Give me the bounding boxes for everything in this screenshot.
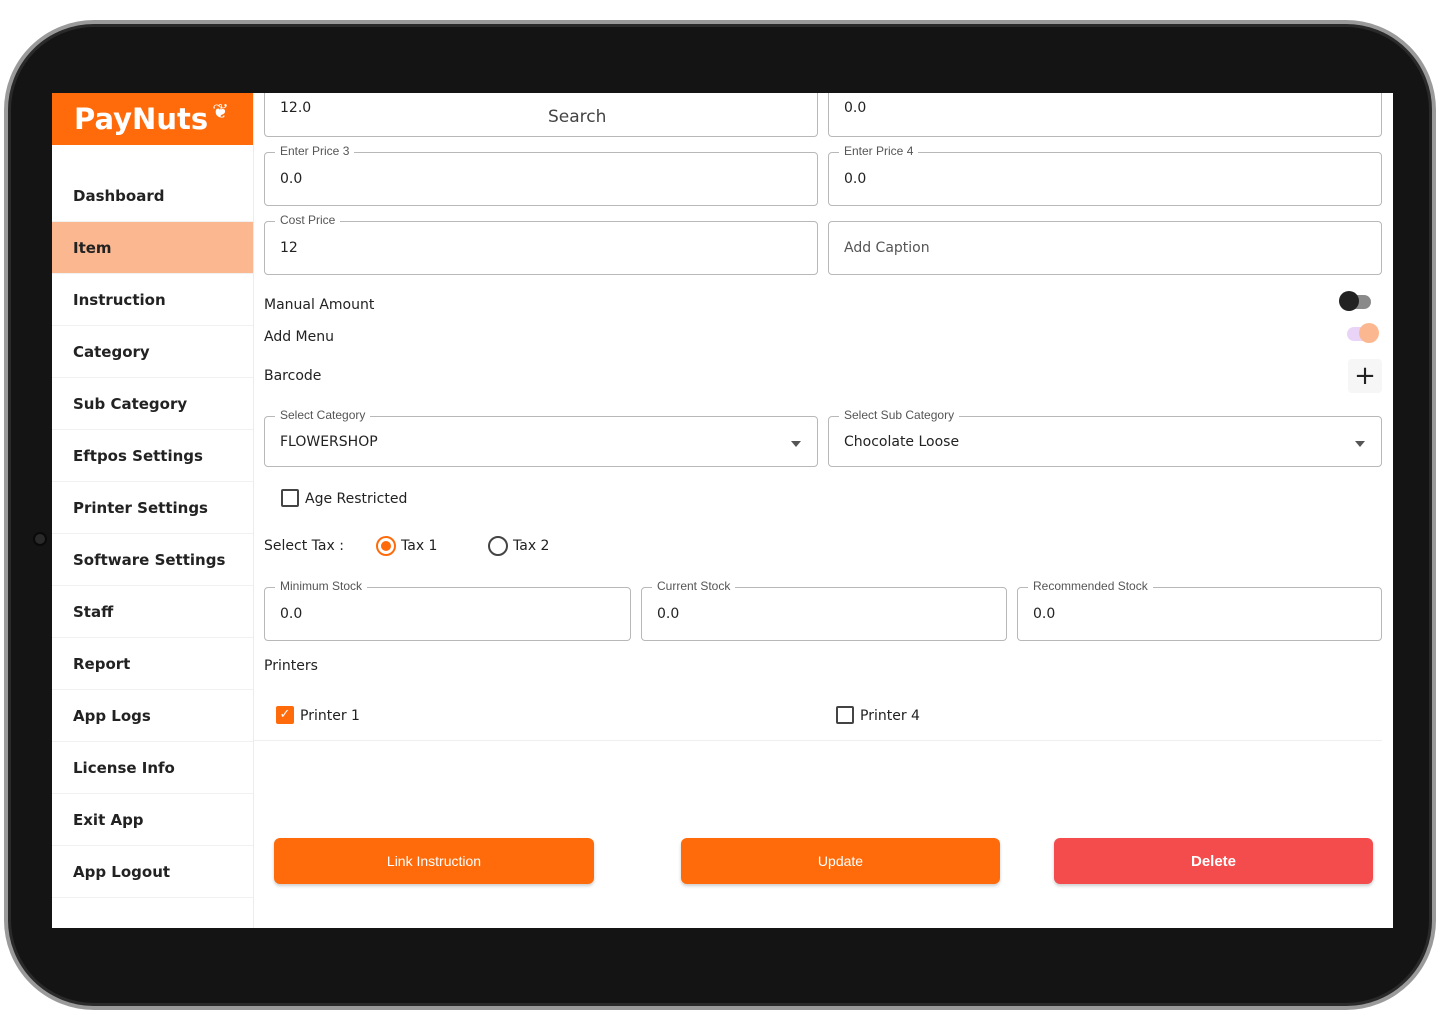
- sidebar-item-dashboard[interactable]: Dashboard: [52, 170, 253, 222]
- sidebar-item-instruction[interactable]: Instruction: [52, 274, 253, 326]
- sidebar-item-software-settings[interactable]: Software Settings: [52, 534, 253, 586]
- printer-1-checkbox[interactable]: ✓: [276, 706, 294, 724]
- item-form: 12.0 Search 0.0 Enter Price 3 0.0 Enter …: [254, 93, 1393, 928]
- minimum-stock-value: 0.0: [280, 606, 303, 622]
- category-select[interactable]: Select Category FLOWERSHOP: [264, 408, 818, 467]
- sub-category-value: Chocolate Loose: [844, 434, 960, 450]
- sidebar-nav: Dashboard Item Instruction Category Sub …: [52, 170, 253, 898]
- price-1-field[interactable]: 12.0: [264, 93, 818, 137]
- tax-2-label: Tax 2: [513, 538, 550, 554]
- sub-category-label: Select Sub Category: [839, 408, 960, 422]
- sidebar-item-app-logout[interactable]: App Logout: [52, 846, 253, 898]
- add-caption-placeholder: Add Caption: [844, 240, 930, 256]
- printer-4-checkbox[interactable]: [836, 706, 854, 724]
- price-4-label: Enter Price 4: [839, 144, 919, 158]
- recommended-stock-value: 0.0: [1033, 606, 1056, 622]
- manual-amount-toggle[interactable]: [1339, 291, 1371, 311]
- category-label: Select Category: [275, 408, 371, 422]
- search-hint[interactable]: Search: [548, 107, 606, 127]
- add-caption-input[interactable]: Add Caption: [828, 221, 1382, 275]
- toggle-knob: [1359, 323, 1379, 343]
- logo-text: PayNuts: [74, 102, 209, 136]
- add-barcode-button[interactable]: +: [1348, 359, 1382, 393]
- tax-1-radio[interactable]: [376, 536, 396, 556]
- current-stock-label: Current Stock: [652, 579, 736, 593]
- sidebar-item-printer-settings[interactable]: Printer Settings: [52, 482, 253, 534]
- sidebar-item-category[interactable]: Category: [52, 326, 253, 378]
- select-tax-label: Select Tax :: [264, 538, 344, 554]
- sidebar-item-report[interactable]: Report: [52, 638, 253, 690]
- recommended-stock-label: Recommended Stock: [1028, 579, 1153, 593]
- chevron-down-icon: [791, 441, 801, 447]
- printer-4-label: Printer 4: [860, 708, 920, 724]
- cost-price-value: 12: [280, 240, 298, 256]
- add-menu-toggle[interactable]: [1347, 323, 1379, 343]
- check-icon: ✓: [279, 707, 291, 722]
- sidebar-item-exit-app[interactable]: Exit App: [52, 794, 253, 846]
- age-restricted-label: Age Restricted: [305, 491, 408, 507]
- current-stock-value: 0.0: [657, 606, 680, 622]
- tax-1-label: Tax 1: [401, 538, 438, 554]
- sidebar-item-license-info[interactable]: License Info: [52, 742, 253, 794]
- minimum-stock-field[interactable]: Minimum Stock 0.0: [264, 579, 631, 641]
- plus-icon: +: [1354, 361, 1376, 391]
- leaf-icon: ❦: [212, 99, 229, 123]
- age-restricted-checkbox[interactable]: [281, 489, 299, 507]
- update-button[interactable]: Update: [681, 838, 1000, 884]
- minimum-stock-label: Minimum Stock: [275, 579, 368, 593]
- manual-amount-label: Manual Amount: [264, 297, 375, 313]
- app-screen: PayNuts ❦ Dashboard Item Instruction Cat…: [52, 93, 1393, 928]
- price-4-field[interactable]: Enter Price 4 0.0: [828, 144, 1382, 206]
- sidebar-item-eftpos-settings[interactable]: Eftpos Settings: [52, 430, 253, 482]
- barcode-label: Barcode: [264, 368, 322, 384]
- price-2-field[interactable]: 0.0: [828, 93, 1382, 137]
- price-3-field[interactable]: Enter Price 3 0.0: [264, 144, 818, 206]
- delete-button[interactable]: Delete: [1054, 838, 1373, 884]
- current-stock-field[interactable]: Current Stock 0.0: [641, 579, 1007, 641]
- toggle-knob: [1339, 291, 1359, 311]
- sub-category-select[interactable]: Select Sub Category Chocolate Loose: [828, 408, 1382, 467]
- tax-2-radio[interactable]: [488, 536, 508, 556]
- sidebar: PayNuts ❦ Dashboard Item Instruction Cat…: [52, 93, 254, 928]
- cost-price-label: Cost Price: [275, 213, 341, 227]
- sidebar-item-sub-category[interactable]: Sub Category: [52, 378, 253, 430]
- sidebar-item-app-logs[interactable]: App Logs: [52, 690, 253, 742]
- recommended-stock-field[interactable]: Recommended Stock 0.0: [1017, 579, 1382, 641]
- sidebar-item-item[interactable]: Item: [52, 222, 253, 274]
- price-1-value: 12.0: [280, 100, 312, 116]
- printers-label: Printers: [264, 658, 318, 674]
- cost-price-field[interactable]: Cost Price 12: [264, 213, 818, 275]
- category-value: FLOWERSHOP: [280, 434, 378, 450]
- camera-icon: [33, 532, 47, 546]
- price-4-value: 0.0: [844, 171, 867, 187]
- paynuts-logo: PayNuts ❦: [52, 93, 253, 145]
- sidebar-item-staff[interactable]: Staff: [52, 586, 253, 638]
- printer-1-label: Printer 1: [300, 708, 360, 724]
- link-instruction-button[interactable]: Link Instruction: [274, 838, 594, 884]
- price-2-value: 0.0: [844, 100, 867, 116]
- divider: [254, 740, 1382, 741]
- price-3-value: 0.0: [280, 171, 303, 187]
- add-menu-label: Add Menu: [264, 329, 334, 345]
- price-3-label: Enter Price 3: [275, 144, 355, 158]
- chevron-down-icon: [1355, 441, 1365, 447]
